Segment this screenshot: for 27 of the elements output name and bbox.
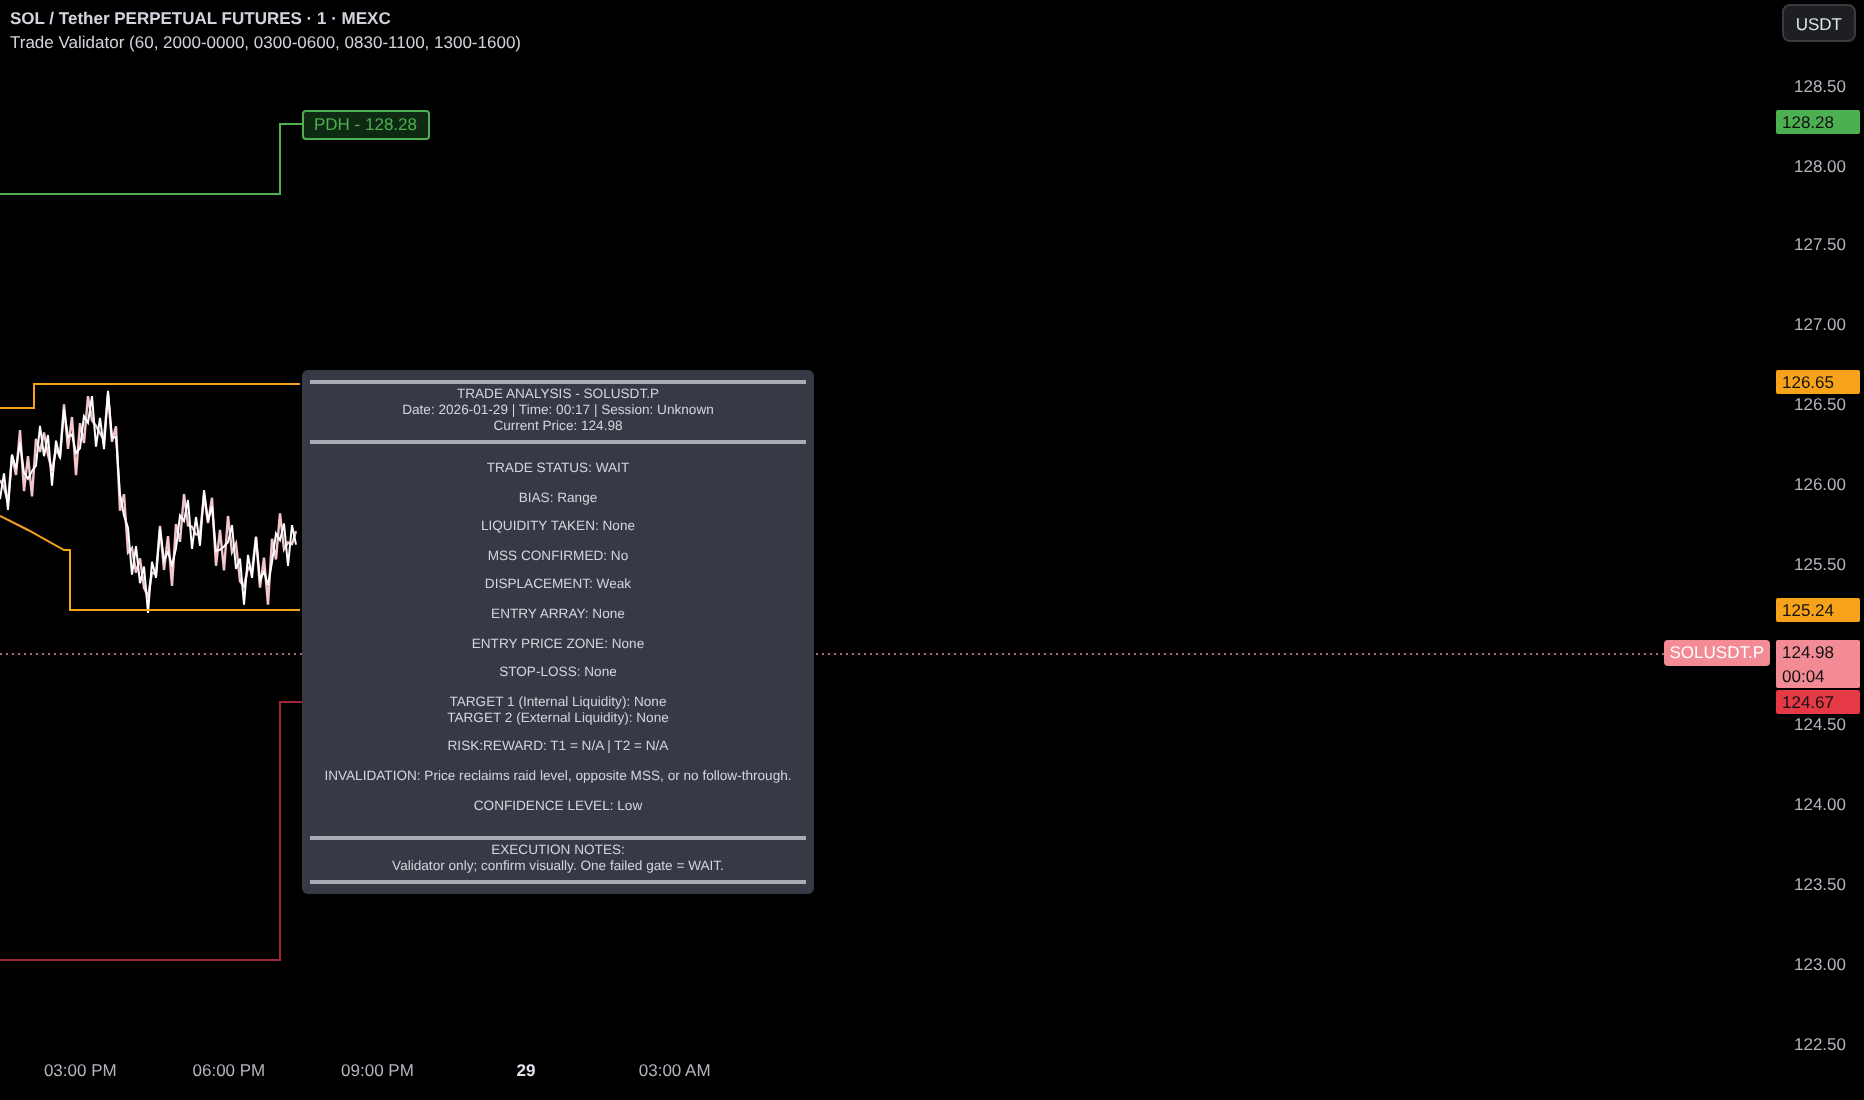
time-label: 29 <box>516 1060 536 1080</box>
price-badge: 128.28 <box>1776 110 1860 134</box>
price-tick: 123.00 <box>1794 952 1846 976</box>
price-tick: 124.50 <box>1794 712 1846 736</box>
symbol-title: SOL / Tether PERPETUAL FUTURES · 1 · MEXC <box>10 8 391 28</box>
price-badge: 125.24 <box>1776 598 1860 622</box>
price-badge: 124.67 <box>1776 690 1860 714</box>
time-label: 03:00 PM <box>43 1060 117 1080</box>
price-tick: 126.50 <box>1794 392 1846 416</box>
price-tick: 128.00 <box>1794 154 1846 178</box>
time-label: 06:00 PM <box>192 1060 266 1080</box>
price-tick: 127.50 <box>1794 232 1846 256</box>
price-badge: 124.98 00:04 <box>1776 640 1860 688</box>
price-tick: 127.00 <box>1794 312 1846 336</box>
price-tick: 125.50 <box>1794 552 1846 576</box>
currency-button[interactable]: USDT <box>1781 4 1856 42</box>
price-tick: 128.50 <box>1794 74 1846 98</box>
symbol-badge: SOLUSDT.P <box>1663 640 1770 666</box>
price-badge: 126.65 <box>1776 370 1860 394</box>
indicator-title: Trade Validator (60, 2000-0000, 0300-0600, 0830-1100, 1300-1600) <box>10 32 522 52</box>
price-tick: 124.00 <box>1794 792 1846 816</box>
time-label: 03:00 AM <box>638 1060 711 1080</box>
price-tick: 122.50 <box>1794 1032 1846 1056</box>
level-label: PDH - 128.28 <box>302 110 429 140</box>
price-tick: 126.00 <box>1794 472 1846 496</box>
price-tick: 123.50 <box>1794 872 1846 896</box>
time-label: 09:00 PM <box>341 1060 414 1080</box>
